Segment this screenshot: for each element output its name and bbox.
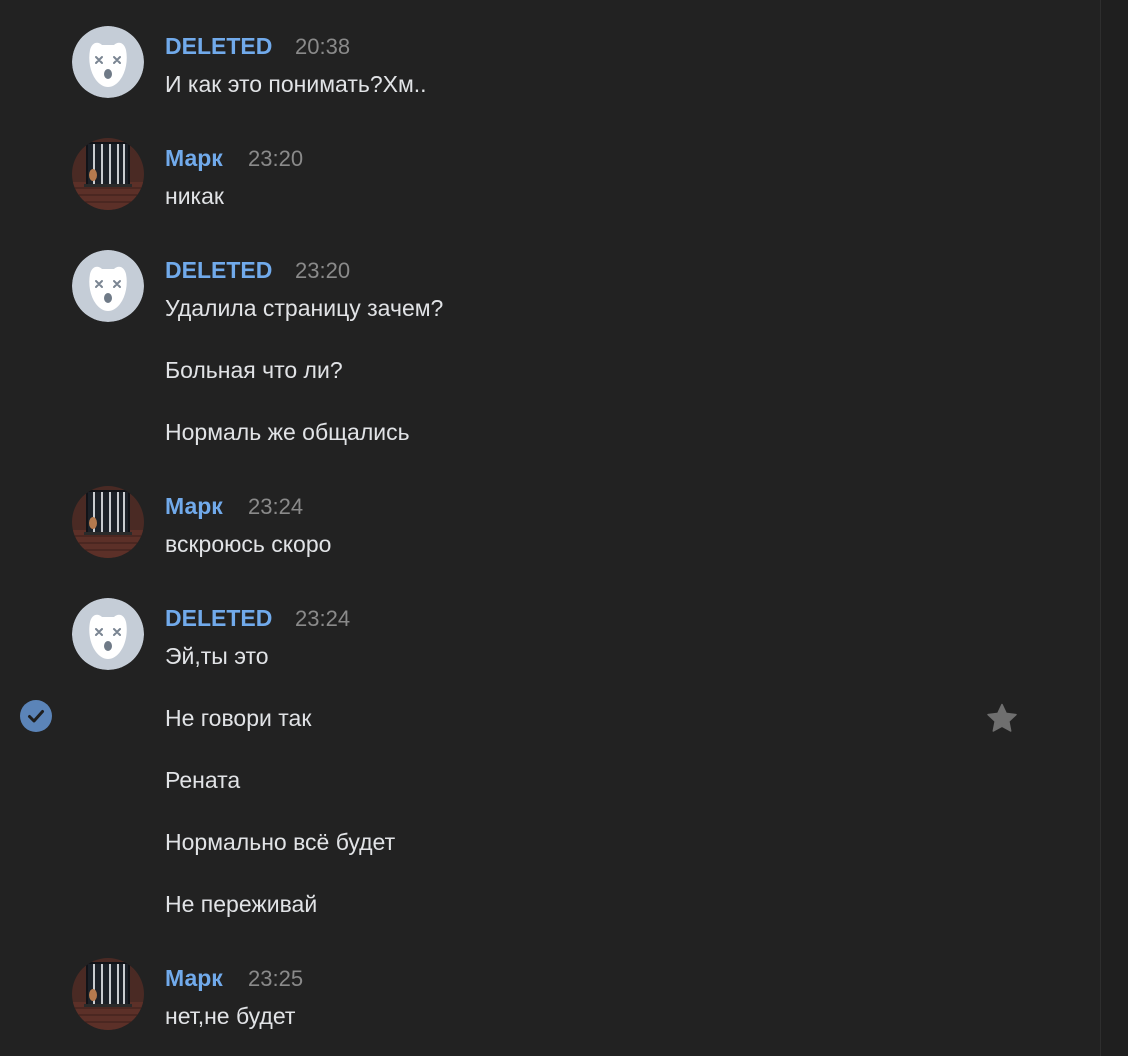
message-text: вскроюсь скоро xyxy=(165,531,332,557)
message-text: Нормально всё будет xyxy=(165,829,396,855)
photo-avatar xyxy=(72,958,144,1030)
photo-avatar xyxy=(72,486,144,558)
sender-name[interactable]: Марк xyxy=(165,144,223,172)
message-text: Рената xyxy=(165,767,241,793)
message-time[interactable]: 23:20 xyxy=(295,257,350,285)
user-avatar[interactable] xyxy=(72,486,144,558)
message-history: DELETED 20:38 И как это понимать?Хм.. Ма… xyxy=(0,0,1100,1056)
message-time[interactable]: 20:38 xyxy=(295,33,350,61)
deleted-dog-icon xyxy=(72,26,144,98)
favorite-button[interactable] xyxy=(986,703,1018,733)
deleted-user-avatar[interactable] xyxy=(72,26,144,98)
message-time[interactable]: 23:20 xyxy=(248,145,303,173)
sender-name[interactable]: DELETED xyxy=(165,604,272,632)
message-text: Нормаль же общались xyxy=(165,419,410,445)
scrollbar-track[interactable] xyxy=(1100,0,1128,1056)
deleted-dog-icon xyxy=(72,598,144,670)
checkmark-circle-icon xyxy=(20,700,52,732)
message-text: Не переживай xyxy=(165,891,318,917)
message-text: нет,не будет xyxy=(165,1003,296,1029)
deleted-user-avatar[interactable] xyxy=(72,250,144,322)
message-text: Эй,ты это xyxy=(165,643,269,669)
message-time[interactable]: 23:24 xyxy=(295,605,350,633)
sender-name[interactable]: Марк xyxy=(165,964,223,992)
deleted-dog-icon xyxy=(72,250,144,322)
star-icon xyxy=(987,703,1017,732)
deleted-user-avatar[interactable] xyxy=(72,598,144,670)
user-avatar[interactable] xyxy=(72,138,144,210)
message-text: Удалила страницу зачем? xyxy=(165,295,444,321)
message-time[interactable]: 23:25 xyxy=(248,965,303,993)
message-text: Больная что ли? xyxy=(165,357,343,383)
user-avatar[interactable] xyxy=(72,958,144,1030)
message-time[interactable]: 23:24 xyxy=(248,493,303,521)
message-text: И как это понимать?Хм.. xyxy=(165,71,427,97)
sender-name[interactable]: DELETED xyxy=(165,32,272,60)
sender-name[interactable]: DELETED xyxy=(165,256,272,284)
message-select-checkbox[interactable] xyxy=(20,700,52,732)
photo-avatar xyxy=(72,138,144,210)
message-text: Не говори так xyxy=(165,705,312,731)
message-text: никак xyxy=(165,183,224,209)
sender-name[interactable]: Марк xyxy=(165,492,223,520)
